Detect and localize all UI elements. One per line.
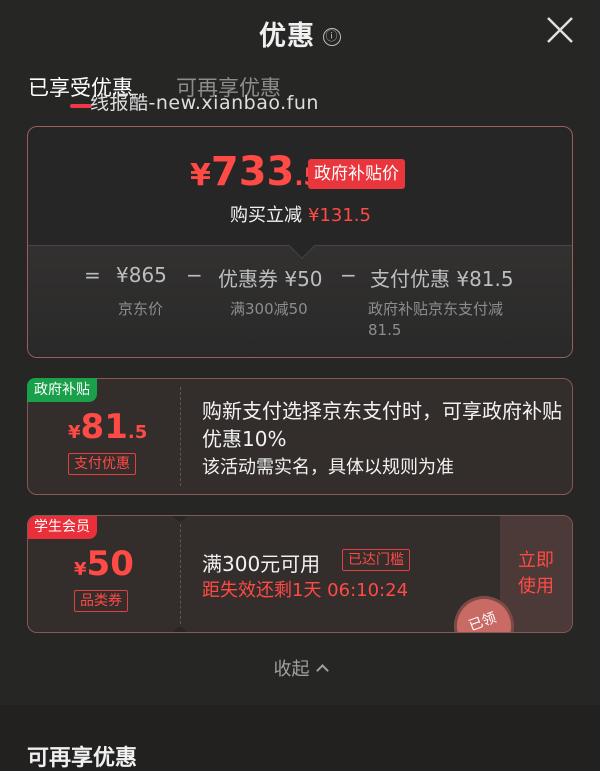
more-discounts-heading: 可再享优惠 [27, 746, 138, 771]
watermark-text: 线报酷-new.xianbao.fun [90, 92, 319, 114]
coupon-type-tag: 支付优惠 [68, 453, 136, 475]
coupon-card-gov-subsidy[interactable]: 政府补贴 ¥81.5 支付优惠 购新支付选择京东支付时，可享政府补贴优惠10% … [27, 378, 573, 495]
expiry-countdown: 距失效还剩1天 06:10:24 [202, 580, 409, 601]
jd-price: ¥865 [116, 263, 167, 287]
coupon-amount: ¥50 [74, 544, 134, 584]
coupon-note: 该活动需实名，具体以规则为准 [202, 457, 454, 478]
ticket-notch [174, 627, 186, 632]
minus-sign: − [186, 263, 203, 287]
chevron-up-icon [315, 664, 329, 677]
equals-sign: = [84, 263, 101, 287]
jd-price-caption: 京东价 [118, 300, 164, 318]
coupon-amount: ¥81.5 [68, 407, 147, 447]
info-icon[interactable]: ⓘ [323, 28, 341, 46]
coupon-card-student[interactable]: 学生会员 ¥50 品类券 满300元可用 已达门槛 距失效还剩1天 06:10:… [27, 515, 573, 633]
minus-sign: − [340, 263, 357, 287]
currency-symbol: ¥ [190, 158, 211, 193]
ticket-notch [174, 516, 186, 521]
collapse-label: 收起 [273, 659, 310, 680]
tab-active-indicator [70, 104, 92, 108]
discount-sheet: 优惠 ⓘ 已享受优惠 可再享优惠 线报酷-new.xianbao.fun ¥733… [0, 0, 600, 705]
reduce-label: 购买立减 [230, 205, 302, 226]
price-integer: 733 [210, 149, 295, 195]
dashed-divider [180, 387, 181, 486]
collapse-button[interactable]: 收起 [0, 655, 600, 681]
close-icon[interactable] [544, 14, 576, 46]
amount-decimal: .5 [127, 422, 148, 443]
coupon-condition: 满300元可用 [202, 552, 321, 576]
use-now-label: 立即使用 [518, 550, 554, 597]
final-price: ¥733.5 [190, 149, 320, 195]
coupon-description: 购新支付选择京东支付时，可享政府补贴优惠10% [202, 399, 562, 451]
currency-symbol: ¥ [68, 422, 81, 443]
threshold-reached-tag: 已达门槛 [342, 549, 410, 571]
amount-integer: 81 [80, 407, 128, 447]
coupon-caption: 满300减50 [230, 300, 308, 318]
payment-discount: 支付优惠 ¥81.5 [370, 267, 514, 291]
student-member-badge: 学生会员 [28, 516, 97, 539]
currency-symbol: ¥ [74, 559, 87, 580]
amount-integer: 50 [86, 544, 134, 584]
reduce-line: 购买立减 ¥131.5 [230, 201, 371, 227]
dashed-divider [180, 524, 181, 624]
price-summary-card: ¥733.5 政府补贴价 购买立减 ¥131.5 = ¥865 − 优惠券 ¥50… [27, 126, 573, 358]
page-title: 优惠 ⓘ [0, 14, 600, 53]
gov-subsidy-badge: 政府补贴 [27, 378, 97, 402]
reduce-amount: ¥131.5 [308, 205, 371, 226]
payment-caption: 政府补贴京东支付减81.5 [368, 300, 504, 339]
gov-subsidy-price-tag: 政府补贴价 [308, 159, 405, 189]
coupon-discount: 优惠券 ¥50 [218, 267, 323, 291]
title-text: 优惠 [259, 21, 315, 52]
coupon-type-tag: 品类券 [74, 590, 128, 612]
